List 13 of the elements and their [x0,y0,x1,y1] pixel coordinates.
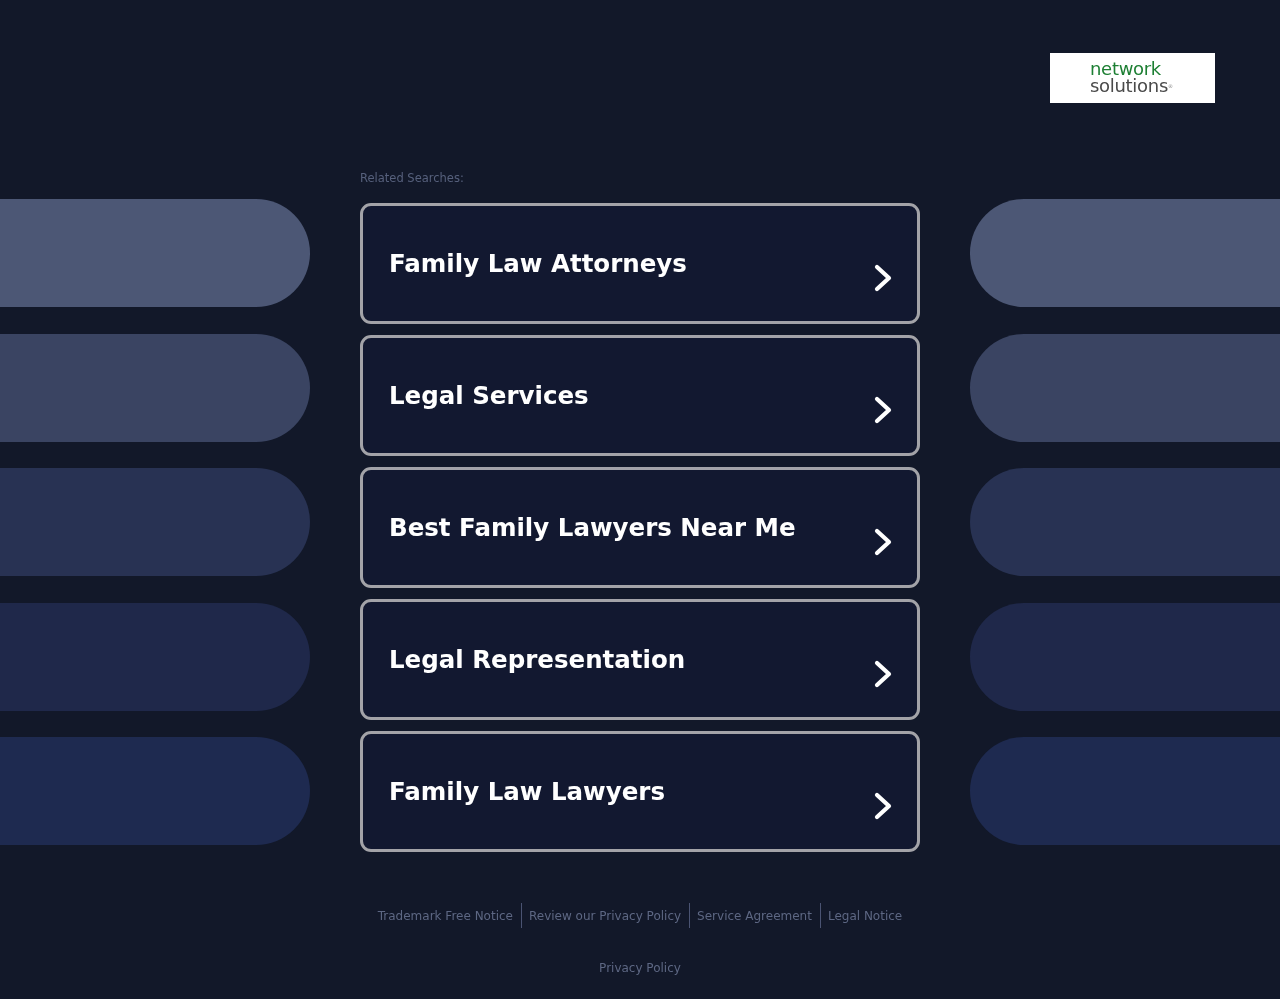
related-search-link[interactable]: Legal Services [360,335,920,456]
chevron-right-icon [874,263,892,292]
chevron-right-icon [874,791,892,820]
chevron-right-icon [874,395,892,424]
related-search-link[interactable]: Best Family Lawyers Near Me [360,467,920,588]
related-search-link[interactable]: Family Law Attorneys [360,203,920,324]
related-search-link[interactable]: Legal Representation [360,599,920,720]
related-search-link[interactable]: Family Law Lawyers [360,731,920,852]
logo-text: network [1090,60,1161,77]
chevron-right-icon [874,527,892,556]
related-searches-label: Related Searches: [360,171,464,186]
logo-text: solutions$^{®}$ [1090,77,1173,95]
chevron-right-icon [874,659,892,688]
